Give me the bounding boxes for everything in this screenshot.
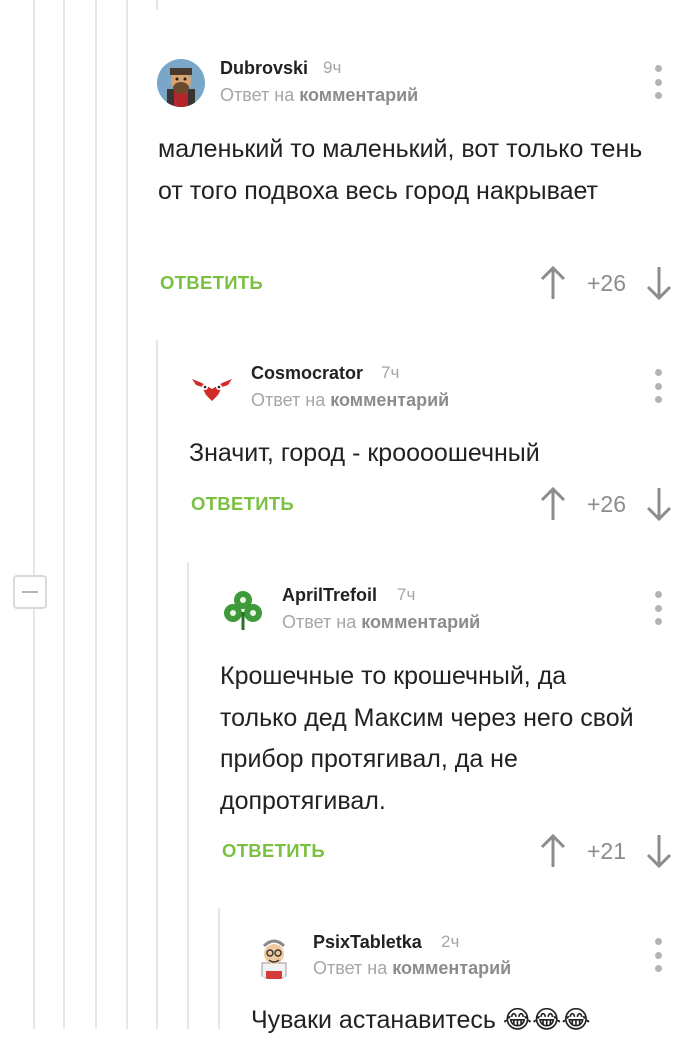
- thread-line: [33, 0, 35, 1029]
- username[interactable]: PsixTabletka: [313, 932, 422, 953]
- reply-to-link[interactable]: Ответ на комментарий: [251, 390, 449, 411]
- upvote-arrow-icon[interactable]: [538, 486, 568, 522]
- cartoon-doctor-avatar[interactable]: [250, 932, 298, 980]
- comment-border: [156, 340, 158, 1029]
- comment-text: Чуваки астанавитесь 😂😂😂: [251, 1006, 591, 1034]
- upvote-arrow-icon[interactable]: [538, 265, 568, 301]
- comment-border: [218, 908, 220, 1029]
- reply-button[interactable]: ОТВЕТИТЬ: [222, 840, 325, 862]
- green-trefoil-avatar[interactable]: [219, 586, 267, 634]
- reply-to-link[interactable]: Ответ на комментарий: [220, 85, 418, 106]
- thread-line: [126, 0, 128, 1029]
- username[interactable]: AprilTrefoil: [282, 585, 377, 606]
- comment-time: 9ч: [323, 58, 342, 77]
- comment-rating: +26: [587, 270, 627, 296]
- thread-line: [63, 0, 65, 1029]
- more-options-icon[interactable]: [648, 591, 668, 625]
- comment-border: [187, 562, 189, 1029]
- comment-rating: +21: [587, 838, 627, 864]
- minus-icon: [22, 591, 38, 593]
- comment-rating: +26: [587, 491, 627, 517]
- collapse-thread-button[interactable]: [13, 575, 47, 609]
- comment-time: 7ч: [397, 585, 416, 604]
- red-owl-avatar[interactable]: [188, 363, 236, 411]
- username[interactable]: Dubrovski: [220, 58, 308, 79]
- comment-text: Значит, город - кроооошечный: [189, 439, 540, 467]
- comment-text: Крошечные то крошечный, да только дед Ма…: [220, 662, 634, 815]
- reply-button[interactable]: ОТВЕТИТЬ: [160, 272, 263, 294]
- comment-time: 2ч: [441, 932, 460, 951]
- comment-time: 7ч: [381, 363, 400, 382]
- comment-text: маленький то маленький, вот только тень …: [158, 135, 643, 205]
- more-options-icon[interactable]: [648, 65, 668, 99]
- reply-button[interactable]: ОТВЕТИТЬ: [191, 493, 294, 515]
- bearded-man-avatar[interactable]: [157, 59, 205, 107]
- downvote-arrow-icon[interactable]: [644, 833, 674, 869]
- downvote-arrow-icon[interactable]: [644, 486, 674, 522]
- more-options-icon[interactable]: [648, 938, 668, 972]
- more-options-icon[interactable]: [648, 369, 668, 403]
- username[interactable]: Cosmocrator: [251, 363, 363, 384]
- reply-to-link[interactable]: Ответ на комментарий: [313, 958, 511, 979]
- comment-border: [156, 0, 158, 10]
- thread-line: [95, 0, 97, 1029]
- upvote-arrow-icon[interactable]: [538, 833, 568, 869]
- downvote-arrow-icon[interactable]: [644, 265, 674, 301]
- reply-to-link[interactable]: Ответ на комментарий: [282, 612, 480, 633]
